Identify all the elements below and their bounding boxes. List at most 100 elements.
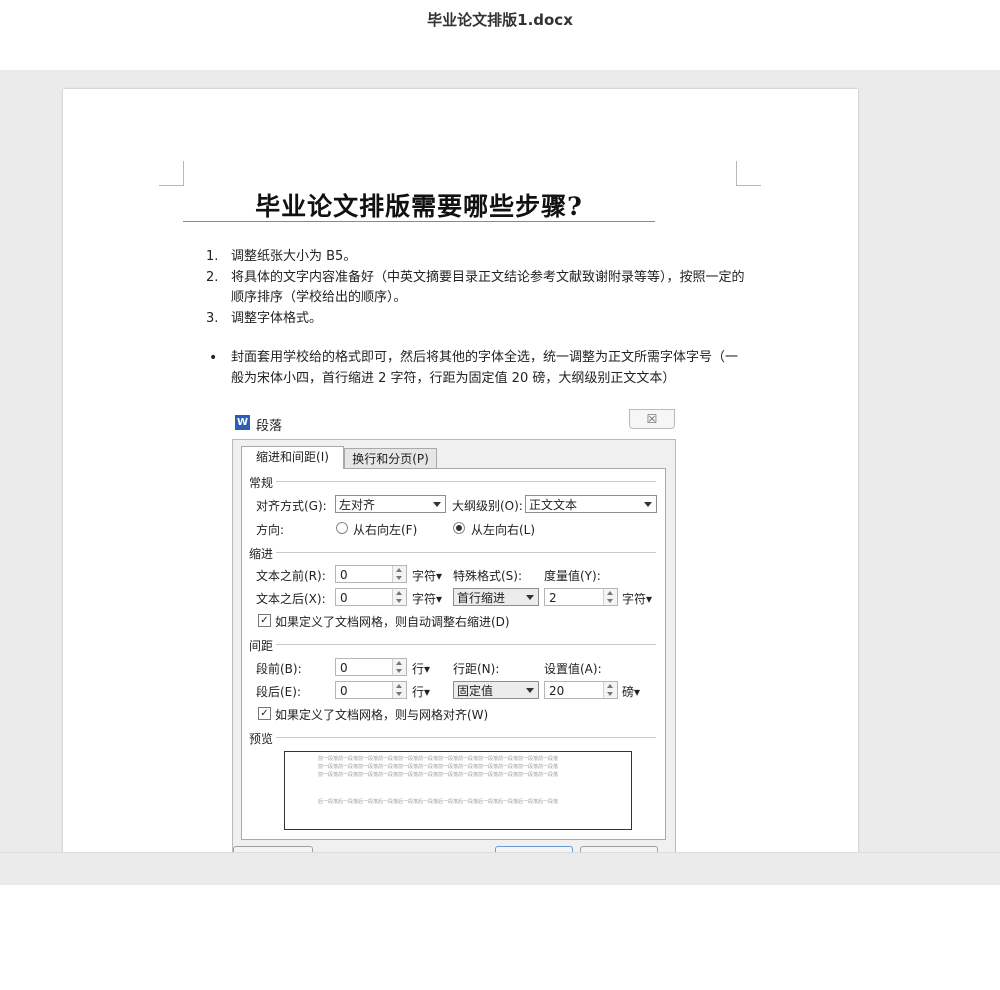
bullet-item: • 封面套用学校给的格式即可，然后将其他的字体全选，统一调整为正文所需字体字号（… [206,348,746,389]
paragraph-preview: 前一段落前一段落前一段落前一段落前一段落前一段落前一段落前一段落前一段落前一段落… [284,751,632,830]
ltr-label: 从左向右(L) [471,523,536,537]
list-item: 3. 调整字体格式。 [206,309,746,330]
alignment-label: 对齐方式(G): [256,499,327,513]
heading-underline [183,221,655,222]
indent-before-label: 文本之前(R): [256,569,326,583]
chevron-down-icon [433,502,441,507]
spinner-arrows-icon [603,589,617,605]
chevron-down-icon [526,595,534,600]
setting-value-label: 设置值(A): [544,662,602,676]
measure-input: 2 [544,588,618,606]
indent-before-input: 0 [335,565,407,583]
article-heading: 毕业论文排版需要哪些步骤? [255,192,583,221]
preview-prev-line: 前一段落前一段落前一段落前一段落前一段落前一段落前一段落前一段落前一段落前一段落… [318,756,559,762]
space-after-input: 0 [335,681,407,699]
space-after-label: 段后(E): [256,685,301,699]
auto-adjust-checkbox: ✓ [258,614,271,627]
list-gap [206,329,746,348]
line-spacing-label: 行距(N): [453,662,500,676]
list-item: 2. 将具体的文字内容准备好（中英文摘要目录正文结论参考文献致谢附录等等），按照… [206,268,746,309]
line-spacing-select: 固定值 [453,681,539,699]
section-divider [276,644,656,645]
special-format-label: 特殊格式(S): [453,569,523,583]
section-general: 常规 [249,476,274,490]
alignment-select: 左对齐 [335,495,446,513]
spinner-arrows-icon [392,589,406,605]
spinner-arrows-icon [392,566,406,582]
list-item: 1. 调整纸张大小为 B5。 [206,247,746,268]
section-spacing: 间距 [249,639,274,653]
outline-level-label: 大纲级别(O): [452,499,523,513]
list-item-text: 调整字体格式。 [231,310,323,326]
preview-next-line: 后一段落后一段落后一段落后一段落后一段落后一段落后一段落后一段落后一段落后一段落… [318,799,559,805]
measure-unit: 字符▾ [622,592,653,606]
measure-label: 度量值(Y): [544,569,601,583]
preview-prev-line: 前一段落前一段落前一段落前一段落前一段落前一段落前一段落前一段落前一段落前一段落… [318,764,559,770]
ltr-radio [453,522,465,534]
section-indent: 缩进 [249,547,274,561]
setting-value: 20 [549,684,565,698]
section-divider [276,481,656,482]
direction-label: 方向: [256,523,285,537]
indent-after-input: 0 [335,588,407,606]
crop-mark-top-right [736,161,761,186]
line-spacing-value: 固定值 [457,684,494,698]
indent-before-value: 0 [340,568,348,582]
alignment-value: 左对齐 [339,498,376,512]
document-viewer[interactable]: 毕业论文排版需要哪些步骤? 1. 调整纸张大小为 B5。 2. 将具体的文字内容… [0,70,1000,852]
space-after-unit: 行▾ [412,685,431,699]
indent-after-unit: 字符▾ [412,592,443,606]
space-before-value: 0 [340,661,348,675]
list-number: 2. [206,269,219,285]
bullet-item-text: 封面套用学校给的格式即可，然后将其他的字体全选，统一调整为正文所需字体字号（一般… [231,350,739,386]
snap-grid-checkbox: ✓ [258,707,271,720]
outline-level-select: 正文文本 [525,495,657,513]
section-divider [276,737,656,738]
step-list: 1. 调整纸张大小为 B5。 2. 将具体的文字内容准备好（中英文摘要目录正文结… [206,247,746,389]
special-format-value: 首行缩进 [457,591,506,605]
spinner-arrows-icon [392,659,406,675]
section-divider [276,552,656,553]
tab-panel: 常规 对齐方式(G): 左对齐 大纲级别(O): 正文文本 方向: 从右向左(F… [241,468,666,840]
measure-value: 2 [549,591,557,605]
list-item-text: 调整纸张大小为 B5。 [231,249,357,264]
spinner-arrows-icon [603,682,617,698]
auto-adjust-label: 如果定义了文档网格，则自动调整右缩进(D) [275,615,510,629]
space-before-unit: 行▾ [412,662,431,676]
section-preview: 预览 [249,732,274,746]
space-after-value: 0 [340,684,348,698]
indent-after-value: 0 [340,591,348,605]
document-page: 毕业论文排版需要哪些步骤? 1. 调整纸张大小为 B5。 2. 将具体的文字内容… [63,89,858,852]
list-number: 3. [206,310,219,326]
dialog-body: 缩进和间距(I) 换行和分页(P) 常规 对齐方式(G): 左对齐 大纲级别(O… [232,439,676,852]
list-number: 1. [206,249,219,264]
list-item-text: 将具体的文字内容准备好（中英文摘要目录正文结论参考文献致谢附录等等），按照一定的… [231,269,745,306]
snap-grid-label: 如果定义了文档网格，则与网格对齐(W) [275,708,489,722]
preview-prev-line: 前一段落前一段落前一段落前一段落前一段落前一段落前一段落前一段落前一段落前一段落… [318,772,559,778]
dialog-title-bar: W 段落 ☒ [232,409,676,435]
outline-level-value: 正文文本 [529,498,578,512]
indent-before-unit: 字符▾ [412,569,443,583]
setting-value-input: 20 [544,681,618,699]
window-title-bar: 毕业论文排版1.docx [0,0,1000,70]
wps-writer-icon: W [235,415,250,430]
bullet-glyph: • [209,350,218,366]
space-before-label: 段前(B): [256,662,302,676]
chevron-down-icon [644,502,652,507]
crop-mark-top-left [159,161,184,186]
chevron-down-icon [526,688,534,693]
close-icon: ☒ [629,409,675,429]
spinner-arrows-icon [392,682,406,698]
space-before-input: 0 [335,658,407,676]
dialog-title: 段落 [256,419,283,434]
document-title: 毕业论文排版1.docx [427,11,573,29]
tab-line-page-breaks: 换行和分页(P) [344,448,437,469]
rtl-label: 从右向左(F) [353,523,418,537]
viewer-footer-bar [0,852,1000,885]
tab-indent-spacing: 缩进和间距(I) [241,446,344,469]
special-format-select: 首行缩进 [453,588,539,606]
indent-after-label: 文本之后(X): [256,592,326,606]
setting-unit: 磅▾ [622,685,641,699]
paragraph-dialog-image: W 段落 ☒ 缩进和间距(I) 换行和分页(P) 常规 对齐方式(G): 左对齐… [232,409,676,852]
rtl-radio [336,522,348,534]
